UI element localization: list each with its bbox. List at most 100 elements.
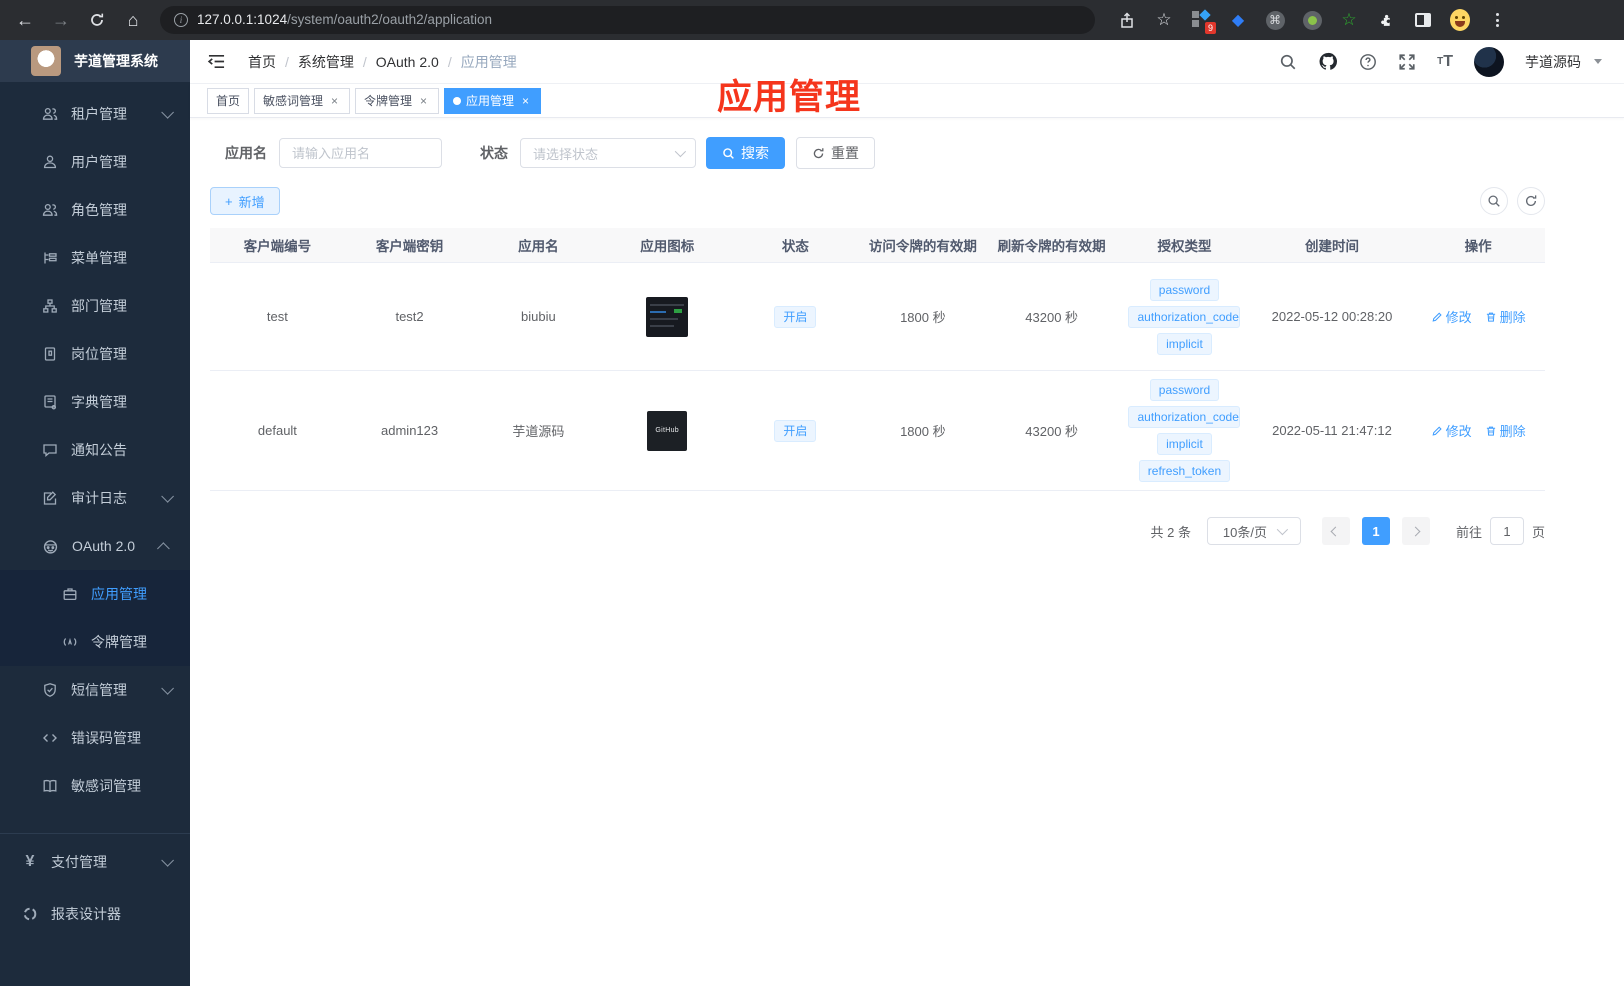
show-search-toggle-button[interactable] <box>1480 187 1508 215</box>
tab-home[interactable]: 首页 <box>207 87 250 114</box>
extension-tab-manager[interactable]: 9 <box>1191 9 1216 34</box>
chevron-down-icon <box>161 105 174 119</box>
sidebar-item-label: 岗位管理 <box>71 346 127 362</box>
tags-view-bar: 首页 敏感词管理 × 令牌管理 × 应用管理 × <box>190 84 1624 118</box>
token-signal-icon <box>63 637 77 646</box>
prev-page-button[interactable] <box>1321 517 1350 545</box>
close-icon[interactable]: × <box>519 94 532 108</box>
sidebar-item-oauth[interactable]: OAuth 2.0 <box>0 522 190 570</box>
extension-gem[interactable]: ◆ <box>1228 10 1248 30</box>
plus-icon: + <box>225 193 233 209</box>
sidebar-item-dict[interactable]: 字典管理 <box>0 378 190 426</box>
sidebar-item-sms[interactable]: 短信管理 <box>0 666 190 714</box>
chevron-up-icon <box>157 541 170 555</box>
extension-star[interactable]: ☆ <box>1339 10 1359 30</box>
tab-sensitive-word[interactable]: 敏感词管理 × <box>254 87 351 114</box>
dictionary-icon <box>44 395 57 410</box>
robot-icon <box>43 539 58 554</box>
chevron-down-icon <box>161 853 174 867</box>
share-button[interactable] <box>1117 10 1137 30</box>
sidebar-item-post[interactable]: 岗位管理 <box>0 330 190 378</box>
app-name-input[interactable] <box>279 138 442 168</box>
grant-tag: refresh_token <box>1138 460 1231 482</box>
extensions-button[interactable] <box>1376 10 1396 30</box>
fullscreen-button[interactable] <box>1398 53 1416 71</box>
edit-button[interactable]: 修改 <box>1431 421 1472 440</box>
next-page-button[interactable] <box>1401 517 1430 545</box>
breadcrumb-home[interactable]: 首页 <box>248 52 276 72</box>
status-label: 状态 <box>480 145 508 161</box>
profile-emoji-icon <box>1450 9 1470 31</box>
sidebar-item-notice[interactable]: 通知公告 <box>0 426 190 474</box>
grant-tag: authorization_code <box>1128 406 1241 428</box>
sidebar-item-role[interactable]: 角色管理 <box>0 186 190 234</box>
sidebar-item-label: 错误码管理 <box>71 730 141 746</box>
sidebar-menu: 租户管理 用户管理 角色管理 菜单管理 部门管理 岗位管理 字典管理 通知公告 … <box>0 82 190 986</box>
page-content: 应用名 状态 请选择状态 搜索 重置 <box>190 118 1624 986</box>
sidebar-collapse-button[interactable] <box>207 53 226 70</box>
breadcrumb-system[interactable]: 系统管理 <box>298 52 354 72</box>
sidebar-item-sensitive-word[interactable]: 敏感词管理 <box>0 762 190 810</box>
close-icon[interactable]: × <box>328 94 341 108</box>
browser-back-button[interactable]: ← <box>10 5 40 35</box>
grant-types: password authorization_code implicit <box>1128 278 1241 355</box>
url-path: /system/oauth2/oauth2/application <box>287 12 492 27</box>
edit-button[interactable]: 修改 <box>1431 307 1472 326</box>
site-info-icon[interactable]: i <box>174 13 188 27</box>
bookmark-button[interactable]: ☆ <box>1154 10 1174 30</box>
breadcrumb-oauth[interactable]: OAuth 2.0 <box>376 54 439 70</box>
user-dropdown-caret-icon[interactable] <box>1594 59 1602 64</box>
page-number-1[interactable]: 1 <box>1361 517 1390 545</box>
help-button[interactable] <box>1359 53 1377 71</box>
edit-icon <box>1432 426 1442 436</box>
sidebar-item-tenant[interactable]: 租户管理 <box>0 90 190 138</box>
address-bar[interactable]: i 127.0.0.1:1024/system/oauth2/oauth2/ap… <box>160 6 1095 34</box>
goto-page-input[interactable] <box>1489 517 1524 545</box>
sidebar-item-label: 报表设计器 <box>51 906 121 922</box>
sidebar-item-payment[interactable]: ¥ 支付管理 <box>0 838 190 886</box>
sidebar-item-oauth-token[interactable]: 令牌管理 <box>0 618 190 666</box>
sidebar-item-report-designer[interactable]: 报表设计器 <box>0 890 190 938</box>
tab-token[interactable]: 令牌管理 × <box>355 87 440 114</box>
refresh-table-button[interactable] <box>1517 187 1545 215</box>
status-select[interactable]: 请选择状态 <box>520 138 696 168</box>
sidebar-item-label: 用户管理 <box>71 154 127 170</box>
close-icon[interactable]: × <box>417 94 430 108</box>
sidebar-item-audit-log[interactable]: 审计日志 <box>0 474 190 522</box>
browser-reload-button[interactable] <box>82 5 112 35</box>
delete-button[interactable]: 删除 <box>1485 307 1526 326</box>
trash-icon <box>1486 426 1495 436</box>
sidebar-item-label: 短信管理 <box>71 682 127 698</box>
extension-shortcuts[interactable]: ⌘ <box>1265 10 1285 30</box>
browser-profile-avatar[interactable] <box>1450 9 1470 31</box>
extension-recorder[interactable] <box>1302 10 1322 30</box>
pagination: 共 2 条 10条/页 1 前往 页 <box>210 517 1545 545</box>
fullscreen-icon <box>1399 53 1415 70</box>
side-panel-button[interactable] <box>1413 10 1433 30</box>
app-logo-thumbnail <box>646 296 689 337</box>
header-search-button[interactable] <box>1279 53 1297 71</box>
search-button[interactable]: 搜索 <box>706 137 785 169</box>
add-button[interactable]: + 新增 <box>210 187 280 215</box>
browser-menu-button[interactable] <box>1487 10 1507 30</box>
font-size-button[interactable]: TT <box>1437 53 1453 71</box>
sidebar-item-label: 支付管理 <box>51 854 107 870</box>
sidebar-item-error-code[interactable]: 错误码管理 <box>0 714 190 762</box>
top-navbar: 首页 / 系统管理 / OAuth 2.0 / 应用管理 T T 芋道源码 <box>190 40 1624 84</box>
sidebar-item-menu[interactable]: 菜单管理 <box>0 234 190 282</box>
sidebar-item-user[interactable]: 用户管理 <box>0 138 190 186</box>
github-link[interactable] <box>1318 52 1338 71</box>
browser-forward-button[interactable]: → <box>46 5 76 35</box>
sidebar-item-oauth-application[interactable]: 应用管理 <box>0 570 190 618</box>
reset-button[interactable]: 重置 <box>796 137 875 169</box>
sidebar-item-dept[interactable]: 部门管理 <box>0 282 190 330</box>
user-avatar[interactable] <box>1474 46 1504 77</box>
page-size-select[interactable]: 10条/页 <box>1206 517 1301 545</box>
browser-home-button[interactable]: ⌂ <box>118 5 148 35</box>
url-host: 127.0.0.1:1024 <box>197 12 288 27</box>
delete-button[interactable]: 删除 <box>1485 421 1526 440</box>
sidebar-logo[interactable]: 芋道管理系统 <box>0 40 190 82</box>
tab-application[interactable]: 应用管理 × <box>444 87 542 114</box>
app-logo-thumbnail: GitHub <box>647 410 688 451</box>
open-book-icon <box>43 779 57 793</box>
